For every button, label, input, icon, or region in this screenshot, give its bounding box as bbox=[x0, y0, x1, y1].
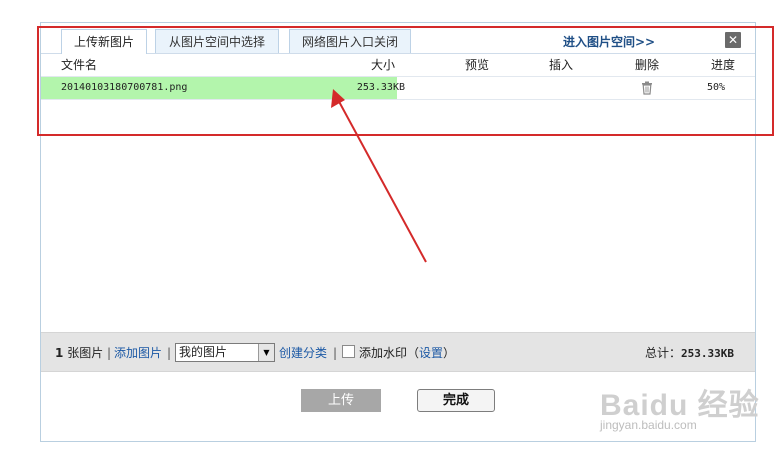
separator: | bbox=[333, 346, 338, 360]
chevron-down-icon[interactable]: ▼ bbox=[258, 344, 274, 361]
separator: | bbox=[107, 346, 112, 360]
watermark-checkbox[interactable] bbox=[342, 345, 355, 358]
watermark-option: 添加水印（设置） bbox=[359, 346, 456, 360]
total-size: 总计：253.33KB bbox=[645, 346, 734, 360]
baidu-jingyan-watermark: Baidu 经验 jingyan.baidu.com bbox=[596, 370, 774, 440]
image-count: 1 张图片 bbox=[55, 346, 104, 360]
album-select[interactable]: 我的图片 ▼ bbox=[175, 343, 275, 362]
done-button[interactable]: 完成 bbox=[417, 389, 495, 412]
watermark-settings-link[interactable]: 设置 bbox=[419, 346, 443, 360]
create-category-link[interactable]: 创建分类 bbox=[279, 345, 327, 361]
upload-button[interactable]: 上传 bbox=[301, 389, 381, 412]
separator: | bbox=[167, 346, 172, 360]
annotation-highlight-box bbox=[37, 26, 774, 136]
album-select-value: 我的图片 bbox=[179, 345, 228, 359]
watermark-url: jingyan.baidu.com bbox=[600, 418, 697, 432]
bottom-toolbar: 1 张图片 | 添加图片 | 我的图片 ▼ 创建分类 | 添加水印（设置） 总计… bbox=[41, 332, 755, 372]
add-image-link[interactable]: 添加图片 bbox=[114, 345, 162, 361]
